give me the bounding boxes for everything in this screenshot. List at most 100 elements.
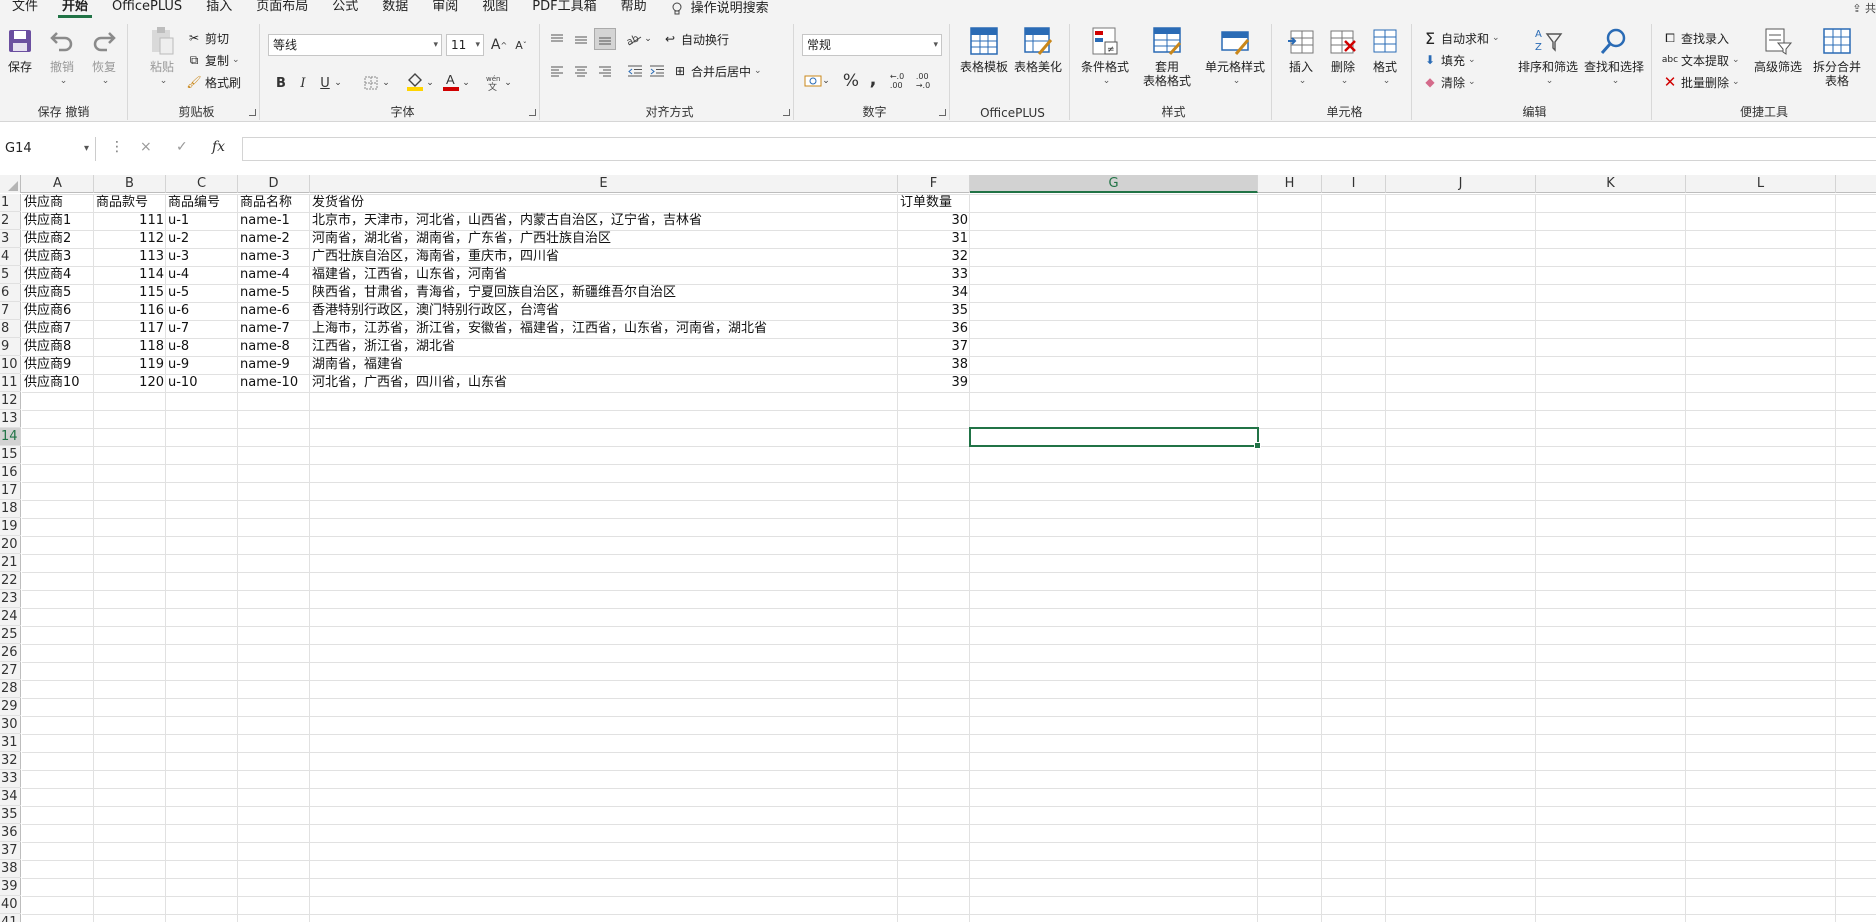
row-header-3[interactable]: 3 — [0, 230, 21, 248]
lookup-entry-button[interactable]: ⧠ 查找录入 — [1662, 28, 1729, 48]
row-header-20[interactable]: 20 — [0, 536, 21, 554]
table-template-button[interactable]: 表格模板 — [958, 24, 1010, 74]
cancel-edit-button[interactable]: × — [140, 139, 152, 155]
cell-d2[interactable]: name-1 — [238, 212, 292, 230]
font-launcher-icon[interactable] — [529, 109, 536, 116]
cell-f8[interactable]: 36 — [898, 320, 970, 338]
row-header-19[interactable]: 19 — [0, 518, 21, 536]
align-bottom-button[interactable] — [594, 28, 616, 50]
row-header-32[interactable]: 32 — [0, 752, 21, 770]
italic-button[interactable]: I — [292, 72, 314, 94]
row-header-24[interactable]: 24 — [0, 608, 21, 626]
decrease-decimal-button[interactable]: .00 →.0 — [912, 70, 934, 92]
decrease-indent-button[interactable] — [624, 60, 646, 82]
row-header-16[interactable]: 16 — [0, 464, 21, 482]
row-header-29[interactable]: 29 — [0, 698, 21, 716]
autosum-button[interactable]: Σ 自动求和 ⌄ — [1422, 28, 1500, 48]
cell-c9[interactable]: u-8 — [166, 338, 191, 356]
column-header-j[interactable]: J — [1386, 175, 1536, 193]
column-header-k[interactable]: K — [1536, 175, 1686, 193]
increase-indent-button[interactable] — [646, 60, 668, 82]
cell-a4[interactable]: 供应商3 — [22, 248, 73, 266]
cell-c1[interactable]: 商品编号 — [166, 194, 222, 212]
cell-b8[interactable]: 117 — [94, 320, 166, 338]
row-header-17[interactable]: 17 — [0, 482, 21, 500]
tab-view[interactable]: 视图 — [470, 0, 520, 18]
cell-b10[interactable]: 119 — [94, 356, 166, 374]
advanced-filter-button[interactable]: 高级筛选 — [1750, 24, 1806, 74]
row-header-31[interactable]: 31 — [0, 734, 21, 752]
row-header-23[interactable]: 23 — [0, 590, 21, 608]
cell-d8[interactable]: name-7 — [238, 320, 292, 338]
cell-e11[interactable]: 河北省，广西省，四川省，山东省 — [310, 374, 509, 392]
font-size-select[interactable]: 11 ▾ — [446, 34, 484, 56]
cell-f9[interactable]: 37 — [898, 338, 970, 356]
align-top-button[interactable] — [546, 28, 568, 50]
undo-button[interactable]: 撤销 ⌄ — [44, 24, 80, 88]
active-cell-selection[interactable] — [969, 427, 1261, 449]
tab-page-layout[interactable]: 页面布局 — [244, 0, 320, 18]
insert-cells-button[interactable]: 插入 ⌄ — [1282, 24, 1320, 88]
cell-e3[interactable]: 河南省，湖北省，湖南省，广东省，广西壮族自治区 — [310, 230, 613, 248]
row-header-18[interactable]: 18 — [0, 500, 21, 518]
formula-options-icon[interactable]: ⋮ — [110, 139, 124, 155]
number-format-select[interactable]: 常规 ▾ — [802, 34, 942, 56]
save-button[interactable]: 保存 — [2, 24, 38, 74]
cell-d6[interactable]: name-5 — [238, 284, 292, 302]
fill-color-dropdown[interactable]: ⌄ — [424, 72, 436, 94]
wrap-text-button[interactable]: ↩ 自动换行 — [662, 29, 729, 49]
cell-a6[interactable]: 供应商5 — [22, 284, 73, 302]
redo-button[interactable]: 恢复 ⌄ — [86, 24, 122, 88]
row-header-34[interactable]: 34 — [0, 788, 21, 806]
comma-style-button[interactable]: , — [862, 68, 884, 90]
cell-a9[interactable]: 供应商8 — [22, 338, 73, 356]
row-header-12[interactable]: 12 — [0, 392, 21, 410]
cell-c6[interactable]: u-5 — [166, 284, 191, 302]
tab-officeplus[interactable]: OfficePLUS — [100, 0, 194, 18]
column-header-l[interactable]: L — [1686, 175, 1836, 193]
cell-e5[interactable]: 福建省，江西省，山东省，河南省 — [310, 266, 509, 284]
cell-f10[interactable]: 38 — [898, 356, 970, 374]
column-header-b[interactable]: B — [94, 175, 166, 193]
name-box[interactable]: G14 ▾ — [0, 137, 96, 161]
cell-b2[interactable]: 111 — [94, 212, 166, 230]
cell-c3[interactable]: u-2 — [166, 230, 191, 248]
column-header-d[interactable]: D — [238, 175, 310, 193]
number-launcher-icon[interactable] — [939, 109, 946, 116]
bold-button[interactable]: B — [270, 72, 292, 94]
alignment-launcher-icon[interactable] — [783, 109, 790, 116]
cell-d9[interactable]: name-8 — [238, 338, 292, 356]
grow-font-button[interactable]: A ^ — [488, 34, 510, 56]
cell-b11[interactable]: 120 — [94, 374, 166, 392]
cell-a7[interactable]: 供应商6 — [22, 302, 73, 320]
cell-d10[interactable]: name-9 — [238, 356, 292, 374]
cell-b6[interactable]: 115 — [94, 284, 166, 302]
row-header-40[interactable]: 40 — [0, 896, 21, 914]
border-button[interactable] — [360, 72, 382, 94]
share-button[interactable]: ⇪ 共 — [1852, 0, 1876, 16]
row-header-5[interactable]: 5 — [0, 266, 21, 284]
row-header-25[interactable]: 25 — [0, 626, 21, 644]
clear-button[interactable]: ◆ 清除 ⌄ — [1422, 72, 1475, 92]
tab-file[interactable]: 文件 — [0, 0, 50, 18]
cell-e6[interactable]: 陕西省，甘肃省，青海省，宁夏回族自治区，新疆维吾尔自治区 — [310, 284, 678, 302]
row-header-11[interactable]: 11 — [0, 374, 21, 392]
row-header-6[interactable]: 6 — [0, 284, 21, 302]
cell-e7[interactable]: 香港特别行政区，澳门特别行政区，台湾省 — [310, 302, 561, 320]
border-dropdown[interactable]: ⌄ — [380, 72, 392, 94]
row-header-41[interactable]: 41 — [0, 914, 21, 922]
row-header-13[interactable]: 13 — [0, 410, 21, 428]
cell-c8[interactable]: u-7 — [166, 320, 191, 338]
find-select-button[interactable]: 查找和选择 ⌄ — [1582, 24, 1646, 88]
row-header-22[interactable]: 22 — [0, 572, 21, 590]
tab-help[interactable]: 帮助 — [609, 0, 659, 18]
formula-input[interactable] — [242, 137, 1876, 161]
cell-e8[interactable]: 上海市，江苏省，浙江省，安徽省，福建省，江西省，山东省，河南省，湖北省 — [310, 320, 769, 338]
font-color-dropdown[interactable]: ⌄ — [460, 72, 472, 94]
copy-button[interactable]: ⧉ 复制 ⌄ — [186, 50, 240, 70]
cell-c2[interactable]: u-1 — [166, 212, 191, 230]
fill-button[interactable]: ⬇ 填充 ⌄ — [1422, 50, 1476, 70]
conditional-format-button[interactable]: ≠ 条件格式 ⌄ — [1078, 24, 1132, 88]
row-header-35[interactable]: 35 — [0, 806, 21, 824]
cell-d4[interactable]: name-3 — [238, 248, 292, 266]
